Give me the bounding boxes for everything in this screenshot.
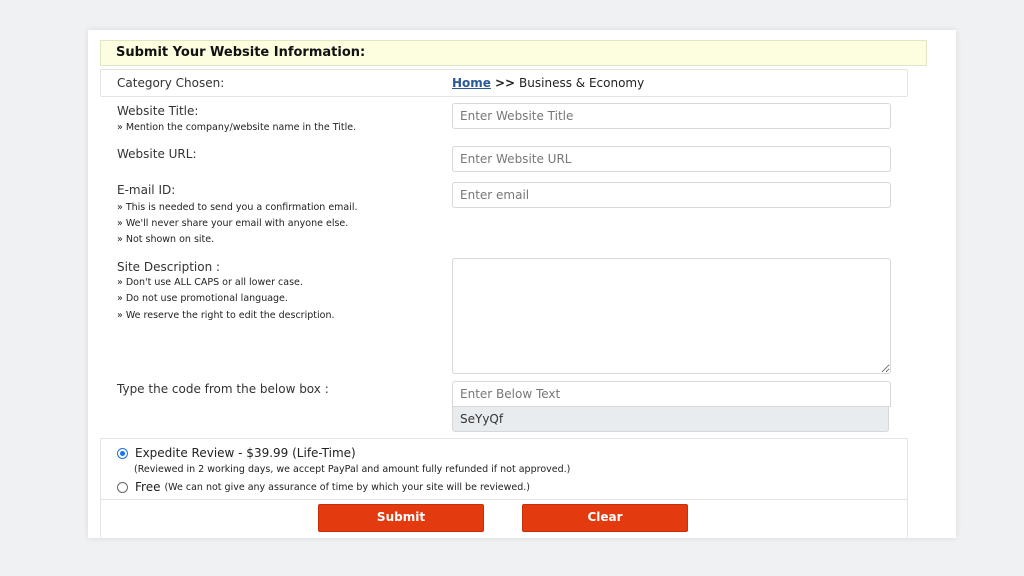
captcha-code-box: SeYyQf xyxy=(452,406,889,432)
email-note: » We'll never share your email with anyo… xyxy=(117,218,349,229)
description-note: » We reserve the right to edit the descr… xyxy=(117,310,335,321)
radio-free[interactable] xyxy=(117,481,128,493)
email-note: » This is needed to send you a confirmat… xyxy=(117,202,358,213)
free-review-label: Free xyxy=(135,480,161,494)
website-title-label: Website Title: xyxy=(117,104,199,118)
clear-button[interactable]: Clear xyxy=(522,504,688,532)
website-title-input[interactable] xyxy=(452,103,891,129)
description-textarea[interactable] xyxy=(452,258,891,374)
radio-expedite[interactable] xyxy=(117,447,128,459)
description-note: » Don't use ALL CAPS or all lower case. xyxy=(117,277,303,288)
email-input[interactable] xyxy=(452,182,891,208)
free-review-option[interactable]: Free (We can not give any assurance of t… xyxy=(117,480,530,494)
website-url-label: Website URL: xyxy=(117,147,197,161)
description-note: » Do not use promotional language. xyxy=(117,293,288,304)
submit-button[interactable]: Submit xyxy=(318,504,484,532)
captcha-input[interactable] xyxy=(452,381,891,407)
description-label: Site Description : xyxy=(117,260,221,274)
email-note: » Not shown on site. xyxy=(117,234,215,245)
submission-card: Submit Your Website Information: Categor… xyxy=(88,30,956,538)
captcha-label: Type the code from the below box : xyxy=(117,382,329,396)
breadcrumb: Home >> Business & Economy xyxy=(452,76,644,90)
expedite-review-label: Expedite Review - $39.99 (Life-Time) xyxy=(135,446,356,460)
expedite-review-detail: (Reviewed in 2 working days, we accept P… xyxy=(134,464,571,475)
category-label: Category Chosen: xyxy=(117,76,225,90)
email-label: E-mail ID: xyxy=(117,183,176,197)
breadcrumb-category: Business & Economy xyxy=(519,76,645,90)
expedite-review-option[interactable]: Expedite Review - $39.99 (Life-Time) xyxy=(117,446,356,460)
breadcrumb-separator: >> xyxy=(494,76,516,90)
form-header: Submit Your Website Information: xyxy=(100,40,927,66)
website-title-note: » Mention the company/website name in th… xyxy=(117,122,357,133)
website-url-input[interactable] xyxy=(452,146,891,172)
buttons-box xyxy=(100,499,908,538)
breadcrumb-home-link[interactable]: Home xyxy=(452,76,491,90)
free-review-detail: (We can not give any assurance of time b… xyxy=(164,481,530,493)
